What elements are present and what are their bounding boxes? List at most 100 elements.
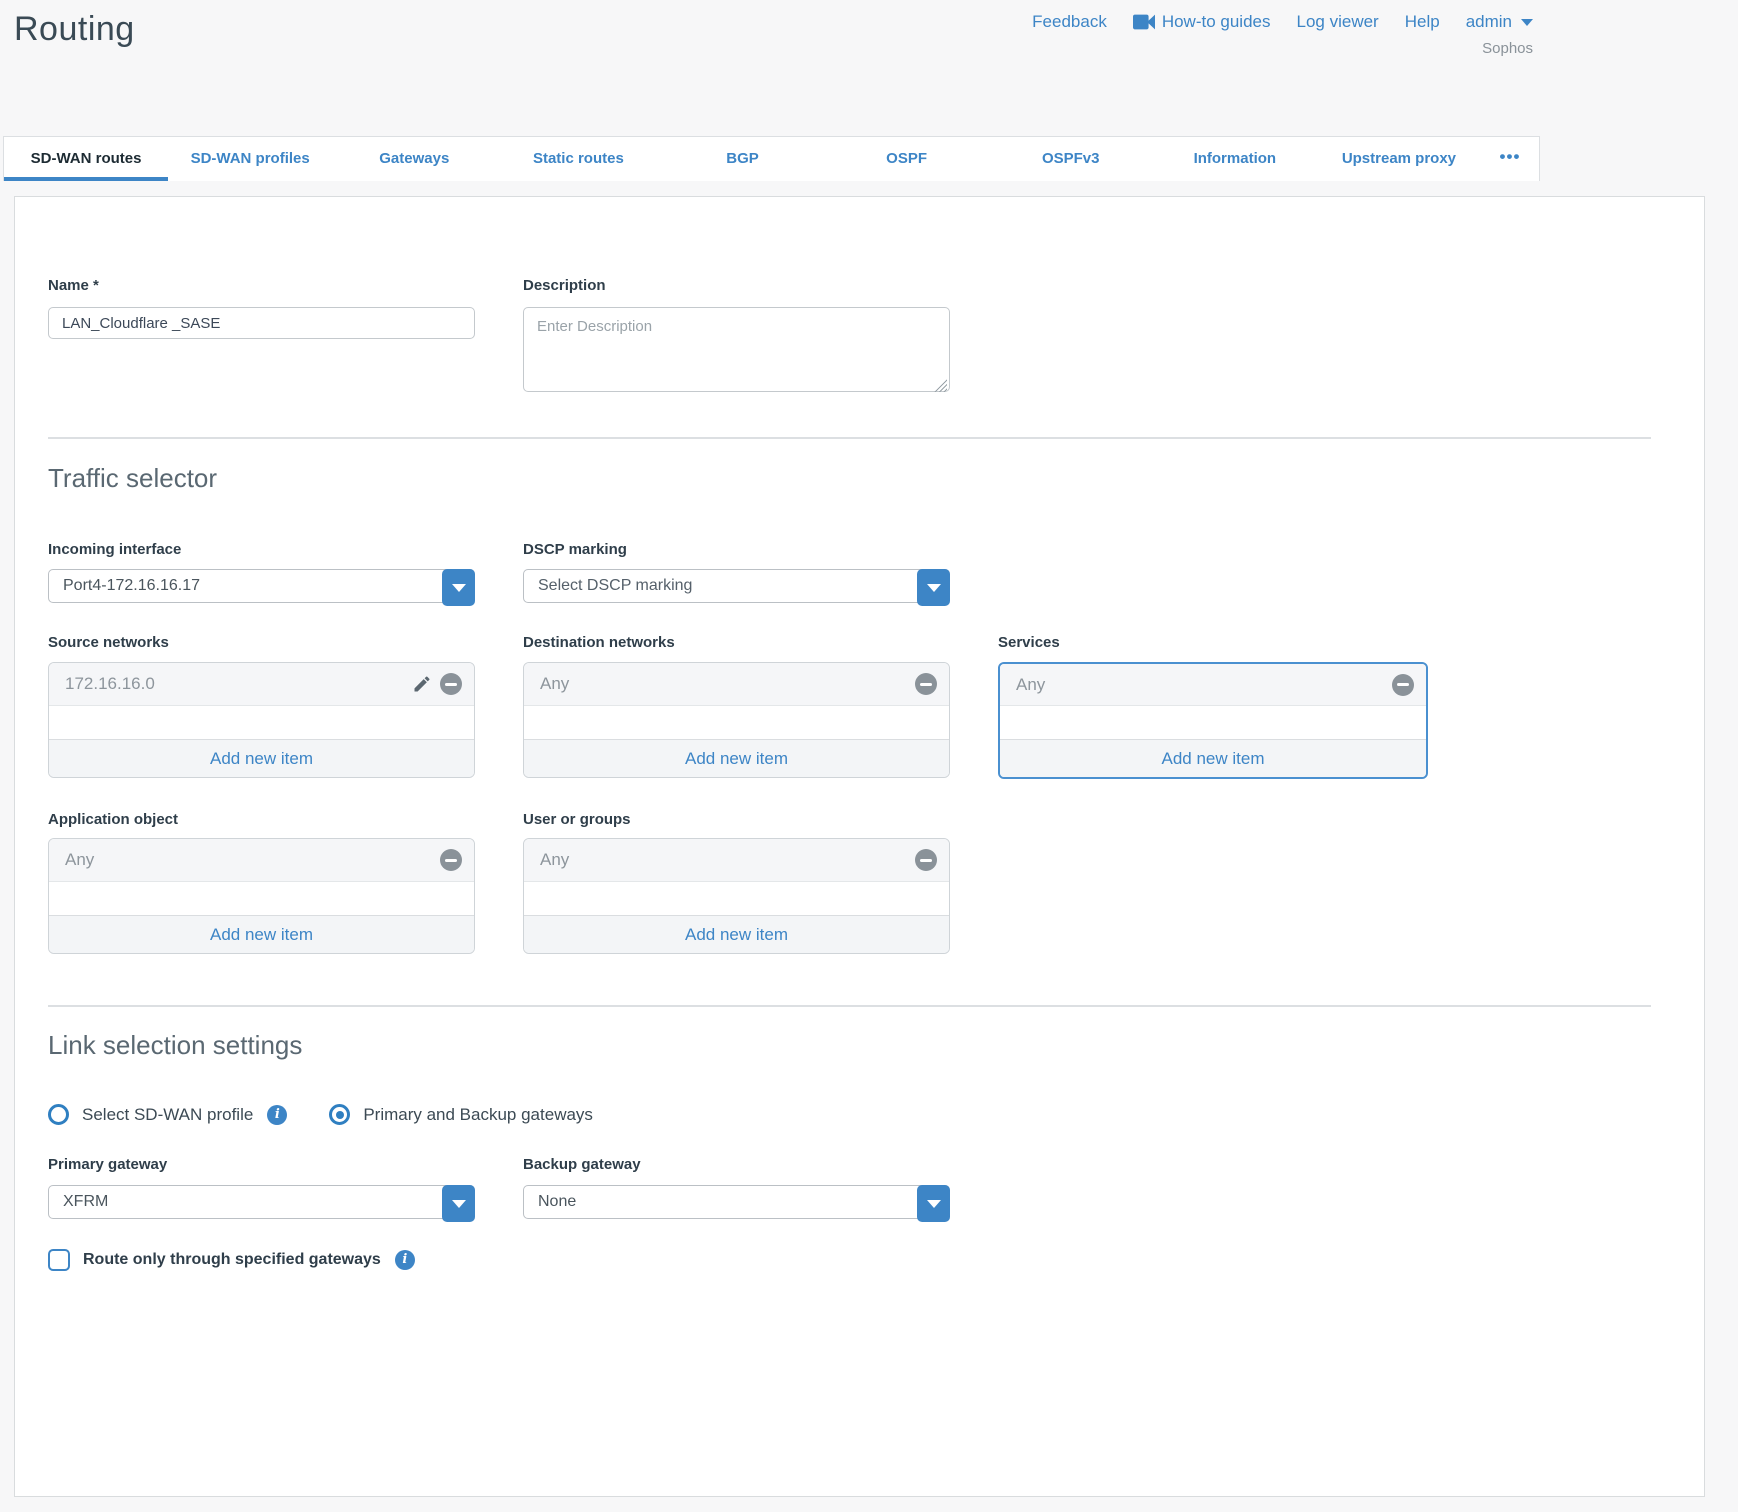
dscp-marking-label: DSCP marking bbox=[523, 541, 950, 558]
listbox-empty-area bbox=[524, 706, 949, 739]
listbox-empty-area bbox=[49, 882, 474, 915]
route-only-label: Route only through specified gateways bbox=[83, 1251, 381, 1269]
info-icon[interactable]: i bbox=[267, 1105, 287, 1125]
tab-sd-wan-routes[interactable]: SD-WAN routes bbox=[4, 137, 168, 181]
dropdown-caret-icon[interactable] bbox=[917, 1185, 950, 1222]
source-networks-listbox: 172.16.16.0 Add new item bbox=[48, 662, 475, 778]
tab-upstream-proxy[interactable]: Upstream proxy bbox=[1317, 137, 1481, 181]
log-viewer-link[interactable]: Log viewer bbox=[1297, 12, 1379, 32]
add-user-or-group-button[interactable]: Add new item bbox=[524, 915, 949, 953]
route-only-checkbox[interactable] bbox=[48, 1249, 70, 1271]
list-item: Any bbox=[524, 839, 949, 882]
application-object-label: Application object bbox=[48, 811, 475, 828]
application-object-listbox: Any Add new item bbox=[48, 838, 475, 954]
video-camera-icon bbox=[1133, 14, 1155, 30]
page-title: Routing bbox=[14, 10, 135, 49]
user-or-groups-listbox: Any Add new item bbox=[523, 838, 950, 954]
link-selection-radio-group: Select SD-WAN profile i Primary and Back… bbox=[48, 1104, 1704, 1125]
routing-tabbar: SD-WAN routes SD-WAN profiles Gateways S… bbox=[3, 136, 1540, 181]
dropdown-caret-icon[interactable] bbox=[442, 1185, 475, 1222]
caret-down-icon bbox=[1521, 19, 1533, 26]
user-or-groups-value: Any bbox=[540, 850, 915, 870]
remove-icon[interactable] bbox=[1392, 674, 1414, 696]
section-divider bbox=[48, 1005, 1651, 1007]
name-input[interactable] bbox=[48, 307, 475, 339]
howto-guides-label: How-to guides bbox=[1162, 12, 1271, 32]
dscp-marking-select[interactable]: Select DSCP marking bbox=[523, 569, 950, 603]
radio-select-sdwan-profile[interactable] bbox=[48, 1104, 69, 1125]
remove-icon[interactable] bbox=[440, 673, 462, 695]
primary-gateway-select[interactable]: XFRM bbox=[48, 1185, 475, 1219]
tab-gateways[interactable]: Gateways bbox=[332, 137, 496, 181]
add-destination-network-button[interactable]: Add new item bbox=[524, 739, 949, 777]
dropdown-caret-icon[interactable] bbox=[442, 569, 475, 606]
remove-icon[interactable] bbox=[915, 673, 937, 695]
admin-menu[interactable]: admin bbox=[1466, 12, 1533, 32]
add-source-network-button[interactable]: Add new item bbox=[49, 739, 474, 777]
tab-information[interactable]: Information bbox=[1153, 137, 1317, 181]
destination-networks-listbox: Any Add new item bbox=[523, 662, 950, 778]
name-description-row: Name * Description bbox=[48, 277, 1704, 397]
admin-label: admin bbox=[1466, 12, 1512, 32]
add-application-object-button[interactable]: Add new item bbox=[49, 915, 474, 953]
tab-bgp[interactable]: BGP bbox=[660, 137, 824, 181]
tabs-overflow-button[interactable]: ••• bbox=[1481, 137, 1539, 181]
sd-wan-route-form: Name * Description Traffic selector Inco… bbox=[14, 196, 1705, 1497]
incoming-interface-select[interactable]: Port4-172.16.16.17 bbox=[48, 569, 475, 603]
radio-primary-backup-gateways[interactable] bbox=[329, 1104, 350, 1125]
source-networks-label: Source networks bbox=[48, 634, 475, 651]
list-item: Any bbox=[524, 663, 949, 706]
radio-sdwan-profile-label: Select SD-WAN profile bbox=[82, 1105, 253, 1125]
edit-icon[interactable] bbox=[412, 674, 432, 694]
list-item: Any bbox=[1000, 664, 1426, 706]
howto-guides-link[interactable]: How-to guides bbox=[1133, 12, 1271, 32]
interface-dscp-row: Incoming interface Port4-172.16.16.17 DS… bbox=[48, 541, 1704, 603]
destination-networks-label: Destination networks bbox=[523, 634, 950, 651]
brand-label: Sophos bbox=[1482, 40, 1533, 57]
app-users-row: Application object Any Add new item User… bbox=[48, 811, 1704, 954]
traffic-selector-title: Traffic selector bbox=[48, 463, 1704, 494]
services-listbox: Any Add new item bbox=[998, 662, 1428, 779]
service-value: Any bbox=[1016, 675, 1392, 695]
remove-icon[interactable] bbox=[915, 849, 937, 871]
backup-gateway-label: Backup gateway bbox=[523, 1156, 950, 1173]
incoming-interface-value: Port4-172.16.16.17 bbox=[49, 570, 474, 602]
name-label: Name * bbox=[48, 277, 475, 294]
tab-static-routes[interactable]: Static routes bbox=[496, 137, 660, 181]
radio-primary-backup-label: Primary and Backup gateways bbox=[363, 1105, 593, 1125]
primary-gateway-label: Primary gateway bbox=[48, 1156, 475, 1173]
description-input[interactable] bbox=[523, 307, 950, 392]
list-item: 172.16.16.0 bbox=[49, 663, 474, 706]
backup-gateway-select[interactable]: None bbox=[523, 1185, 950, 1219]
top-nav: Feedback How-to guides Log viewer Help a… bbox=[1032, 12, 1533, 32]
help-link[interactable]: Help bbox=[1405, 12, 1440, 32]
add-service-button[interactable]: Add new item bbox=[1000, 739, 1426, 777]
services-label: Services bbox=[998, 634, 1428, 651]
section-divider bbox=[48, 437, 1651, 439]
description-label: Description bbox=[523, 277, 950, 294]
application-object-value: Any bbox=[65, 850, 440, 870]
primary-gateway-value: XFRM bbox=[49, 1186, 474, 1218]
feedback-link[interactable]: Feedback bbox=[1032, 12, 1107, 32]
dscp-marking-value: Select DSCP marking bbox=[524, 570, 949, 602]
listbox-empty-area bbox=[49, 706, 474, 739]
page-header: Routing Feedback How-to guides Log viewe… bbox=[0, 0, 1738, 136]
source-network-value: 172.16.16.0 bbox=[65, 674, 412, 694]
networks-row: Source networks 172.16.16.0 Add new item… bbox=[48, 634, 1704, 779]
backup-gateway-value: None bbox=[524, 1186, 949, 1218]
user-or-groups-label: User or groups bbox=[523, 811, 950, 828]
remove-icon[interactable] bbox=[440, 849, 462, 871]
listbox-empty-area bbox=[1000, 706, 1426, 739]
info-icon[interactable]: i bbox=[395, 1250, 415, 1270]
route-only-row: Route only through specified gateways i bbox=[48, 1249, 1704, 1271]
tab-ospfv3[interactable]: OSPFv3 bbox=[989, 137, 1153, 181]
gateways-row: Primary gateway XFRM Backup gateway None bbox=[48, 1156, 1704, 1219]
tab-ospf[interactable]: OSPF bbox=[825, 137, 989, 181]
tab-sd-wan-profiles[interactable]: SD-WAN profiles bbox=[168, 137, 332, 181]
destination-network-value: Any bbox=[540, 674, 915, 694]
dropdown-caret-icon[interactable] bbox=[917, 569, 950, 606]
link-selection-title: Link selection settings bbox=[48, 1030, 1704, 1061]
list-item: Any bbox=[49, 839, 474, 882]
incoming-interface-label: Incoming interface bbox=[48, 541, 475, 558]
required-asterisk: * bbox=[93, 277, 99, 294]
